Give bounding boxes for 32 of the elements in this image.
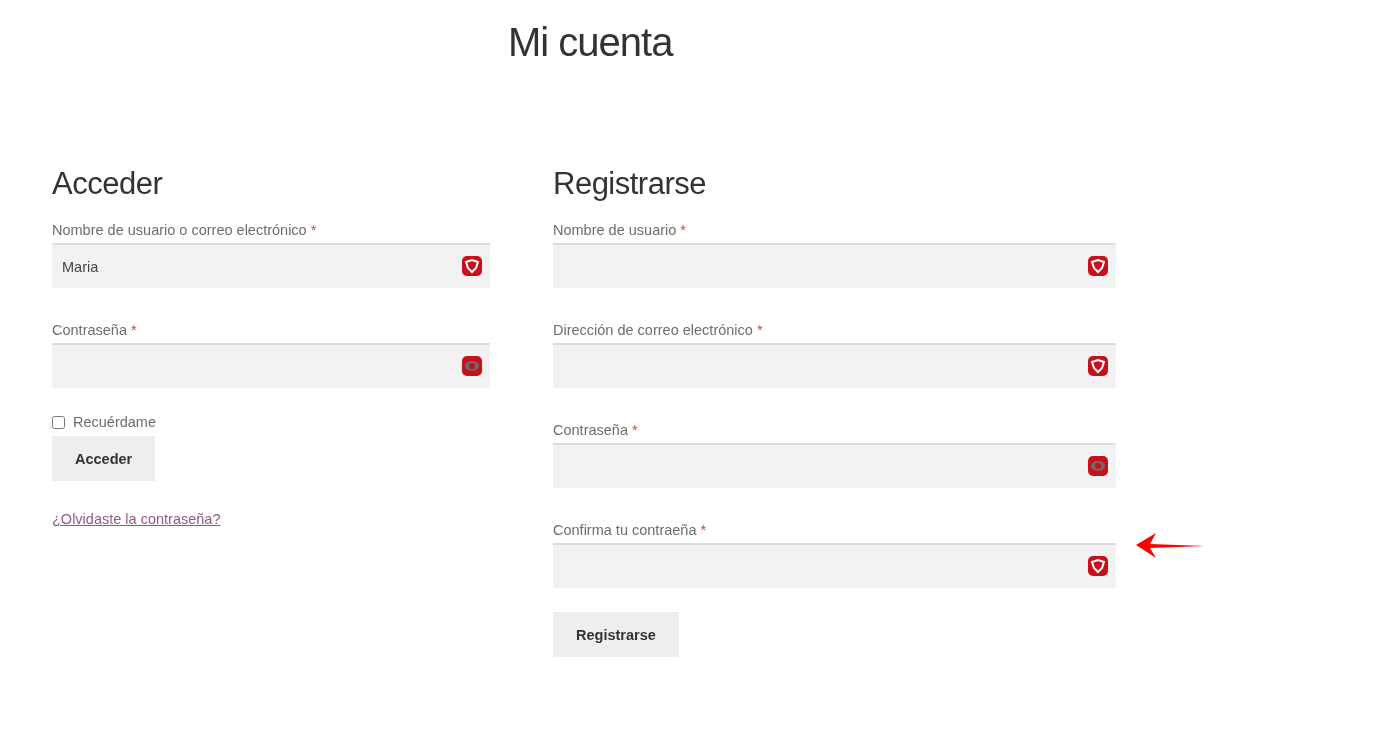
shield-eye-icon[interactable] [462,356,482,376]
field-label: Contraseña [52,322,127,338]
field-label: Nombre de usuario [553,222,677,238]
input-field[interactable] [553,543,1116,588]
required-mark: * [310,222,317,238]
field-label: Dirección de correo electrónico [553,322,753,338]
required-mark: * [700,522,707,538]
forgot-password-link[interactable]: ¿Olvidaste la contraseña? [52,511,221,527]
required-mark: * [130,322,137,338]
required-mark: * [680,222,686,238]
shield-icon[interactable] [1088,556,1108,576]
shield-icon[interactable] [1088,356,1108,376]
shield-icon[interactable] [1088,256,1108,276]
section-heading: Registrarse [553,166,707,202]
remember-checkbox[interactable] [52,415,65,429]
required-mark: * [756,322,763,338]
input-field[interactable] [553,443,1116,488]
register-button[interactable]: Registrarse [553,612,679,657]
login-button[interactable]: Acceder [52,436,156,481]
required-mark: * [631,422,638,438]
field-label: Contraseña [553,422,628,438]
section-heading: Acceder [52,166,164,202]
input-field[interactable] [553,343,1116,388]
shield-eye-icon[interactable] [1088,456,1108,476]
input-field[interactable] [52,343,490,388]
input-field[interactable]: Maria [52,243,490,288]
shield-icon[interactable] [462,256,482,276]
field-label: Confirma tu contraeña [553,522,697,538]
input-field[interactable] [553,243,1116,288]
field-label: Nombre de usuario o correo electrónico [52,222,307,238]
checkbox-label: Recuérdame [73,414,156,430]
page-title: Mi cuenta [507,19,675,65]
